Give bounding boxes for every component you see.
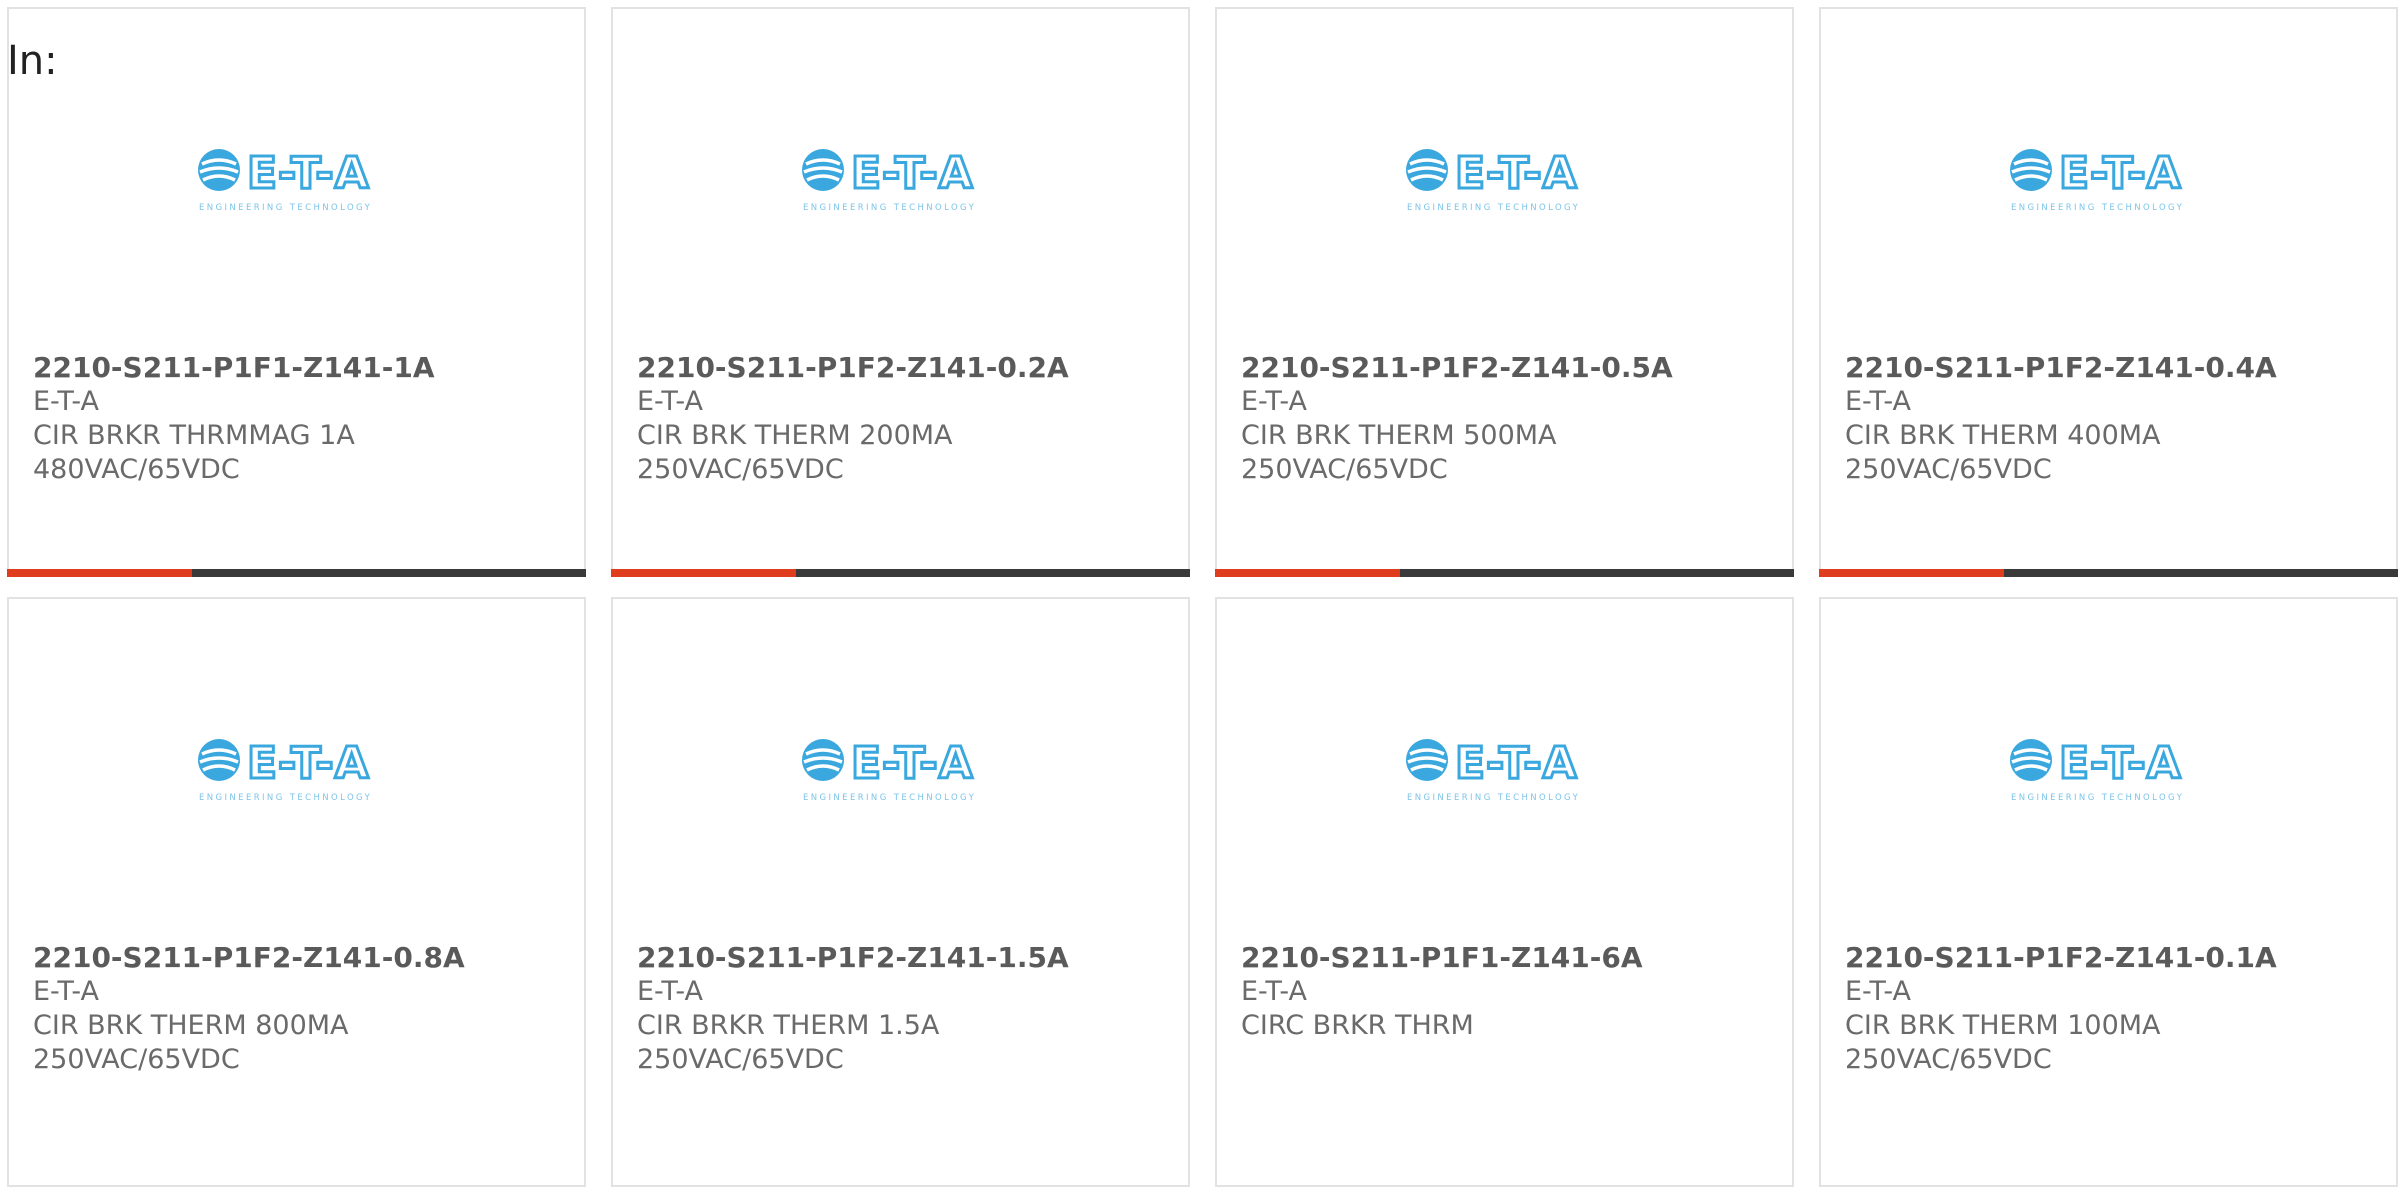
product-card[interactable]: E-T-A ENGINEERING TECHNOLOGY 2210-S211-P… — [1819, 597, 2398, 1187]
description-line-1: CIR BRKR THERM 1.5A — [637, 1010, 940, 1041]
part-number[interactable]: 2210-S211-P1F2-Z141-0.2A — [637, 351, 1178, 385]
eta-logo: E-T-A ENGINEERING TECHNOLOGY — [802, 737, 976, 803]
eta-logo: E-T-A ENGINEERING TECHNOLOGY — [198, 147, 372, 213]
logo-wordmark: E-T-A — [851, 148, 974, 199]
product-card[interactable]: E-T-A ENGINEERING TECHNOLOGY 2210-S211-P… — [611, 7, 1190, 577]
eta-globe-icon — [2010, 149, 2052, 191]
part-number[interactable]: 2210-S211-P1F2-Z141-0.4A — [1845, 351, 2386, 385]
progress-bar — [1215, 569, 1794, 577]
product-info: 2210-S211-P1F2-Z141-1.5A E-T-A CIR BRKR … — [637, 941, 1178, 1077]
product-card[interactable]: E-T-A ENGINEERING TECHNOLOGY 2210-S211-P… — [611, 597, 1190, 1187]
product-info: 2210-S211-P1F2-Z141-0.8A E-T-A CIR BRK T… — [33, 941, 574, 1077]
manufacturer: E-T-A — [33, 976, 99, 1007]
description-line-1: CIR BRK THERM 100MA — [1845, 1010, 2161, 1041]
logo-tagline: ENGINEERING TECHNOLOGY — [199, 793, 372, 803]
manufacturer: E-T-A — [33, 386, 99, 417]
logo-wordmark: E-T-A — [851, 738, 974, 789]
logo-wordmark: E-T-A — [1455, 738, 1578, 789]
product-info: 2210-S211-P1F1-Z141-1A E-T-A CIR BRKR TH… — [33, 351, 574, 487]
logo-tagline: ENGINEERING TECHNOLOGY — [2011, 203, 2184, 213]
eta-globe-icon — [1406, 739, 1448, 781]
logo-tagline: ENGINEERING TECHNOLOGY — [1407, 793, 1580, 803]
description-line-2: 250VAC/65VDC — [1845, 454, 2052, 485]
description-line-2: 250VAC/65VDC — [1845, 1044, 2052, 1075]
eta-logo: E-T-A ENGINEERING TECHNOLOGY — [1406, 147, 1580, 213]
part-number[interactable]: 2210-S211-P1F2-Z141-0.5A — [1241, 351, 1782, 385]
part-number[interactable]: 2210-S211-P1F1-Z141-1A — [33, 351, 574, 385]
description-line-2: 250VAC/65VDC — [637, 1044, 844, 1075]
progress-bar — [1819, 569, 2398, 577]
description-line-1: CIR BRK THERM 500MA — [1241, 420, 1557, 451]
logo-tagline: ENGINEERING TECHNOLOGY — [199, 203, 372, 213]
logo-tagline: ENGINEERING TECHNOLOGY — [2011, 793, 2184, 803]
part-number[interactable]: 2210-S211-P1F2-Z141-1.5A — [637, 941, 1178, 975]
product-card[interactable]: E-T-A ENGINEERING TECHNOLOGY 2210-S211-P… — [1215, 7, 1794, 577]
description-line-1: CIR BRK THERM 400MA — [1845, 420, 2161, 451]
manufacturer: E-T-A — [1845, 976, 1911, 1007]
product-info: 2210-S211-P1F2-Z141-0.4A E-T-A CIR BRK T… — [1845, 351, 2386, 487]
product-info: 2210-S211-P1F2-Z141-0.2A E-T-A CIR BRK T… — [637, 351, 1178, 487]
product-grid: E-T-A ENGINEERING TECHNOLOGY 2210-S211-P… — [7, 7, 2398, 1187]
description-line-2: 250VAC/65VDC — [1241, 454, 1448, 485]
progress-bar-fill — [7, 569, 193, 577]
logo-tagline: ENGINEERING TECHNOLOGY — [803, 793, 976, 803]
eta-globe-icon — [198, 149, 240, 191]
product-info: 2210-S211-P1F2-Z141-0.1A E-T-A CIR BRK T… — [1845, 941, 2386, 1077]
progress-bar — [611, 569, 1190, 577]
manufacturer: E-T-A — [1241, 386, 1307, 417]
progress-bar-fill — [611, 569, 797, 577]
progress-bar-fill — [1819, 569, 2005, 577]
logo-wordmark: E-T-A — [1455, 148, 1578, 199]
eta-globe-icon — [198, 739, 240, 781]
eta-globe-icon — [802, 739, 844, 781]
part-number[interactable]: 2210-S211-P1F2-Z141-0.1A — [1845, 941, 2386, 975]
manufacturer: E-T-A — [637, 976, 703, 1007]
eta-logo: E-T-A ENGINEERING TECHNOLOGY — [1406, 737, 1580, 803]
product-info: 2210-S211-P1F1-Z141-6A E-T-A CIRC BRKR T… — [1241, 941, 1782, 1043]
logo-wordmark: E-T-A — [247, 738, 370, 789]
progress-bar-fill — [1215, 569, 1401, 577]
description-line-2: 250VAC/65VDC — [637, 454, 844, 485]
eta-logo: E-T-A ENGINEERING TECHNOLOGY — [198, 737, 372, 803]
part-number[interactable]: 2210-S211-P1F1-Z141-6A — [1241, 941, 1782, 975]
part-number[interactable]: 2210-S211-P1F2-Z141-0.8A — [33, 941, 574, 975]
eta-logo: E-T-A ENGINEERING TECHNOLOGY — [2010, 147, 2184, 213]
manufacturer: E-T-A — [1241, 976, 1307, 1007]
description-line-1: CIR BRK THERM 800MA — [33, 1010, 349, 1041]
product-card[interactable]: E-T-A ENGINEERING TECHNOLOGY 2210-S211-P… — [1819, 7, 2398, 577]
description-line-2: 250VAC/65VDC — [33, 1044, 240, 1075]
eta-globe-icon — [802, 149, 844, 191]
logo-wordmark: E-T-A — [2059, 148, 2182, 199]
product-card[interactable]: E-T-A ENGINEERING TECHNOLOGY 2210-S211-P… — [1215, 597, 1794, 1187]
product-card[interactable]: E-T-A ENGINEERING TECHNOLOGY 2210-S211-P… — [7, 597, 586, 1187]
in-label: In: — [7, 38, 58, 84]
description-line-1: CIR BRKR THRMMAG 1A — [33, 420, 355, 451]
description-line-1: CIR BRK THERM 200MA — [637, 420, 953, 451]
eta-logo: E-T-A ENGINEERING TECHNOLOGY — [802, 147, 976, 213]
description-line-1: CIRC BRKR THRM — [1241, 1010, 1474, 1041]
progress-bar — [7, 569, 586, 577]
logo-tagline: ENGINEERING TECHNOLOGY — [803, 203, 976, 213]
product-info: 2210-S211-P1F2-Z141-0.5A E-T-A CIR BRK T… — [1241, 351, 1782, 487]
description-line-2: 480VAC/65VDC — [33, 454, 240, 485]
logo-wordmark: E-T-A — [247, 148, 370, 199]
logo-tagline: ENGINEERING TECHNOLOGY — [1407, 203, 1580, 213]
product-card[interactable]: E-T-A ENGINEERING TECHNOLOGY 2210-S211-P… — [7, 7, 586, 577]
manufacturer: E-T-A — [637, 386, 703, 417]
logo-wordmark: E-T-A — [2059, 738, 2182, 789]
eta-globe-icon — [1406, 149, 1448, 191]
manufacturer: E-T-A — [1845, 386, 1911, 417]
eta-globe-icon — [2010, 739, 2052, 781]
eta-logo: E-T-A ENGINEERING TECHNOLOGY — [2010, 737, 2184, 803]
